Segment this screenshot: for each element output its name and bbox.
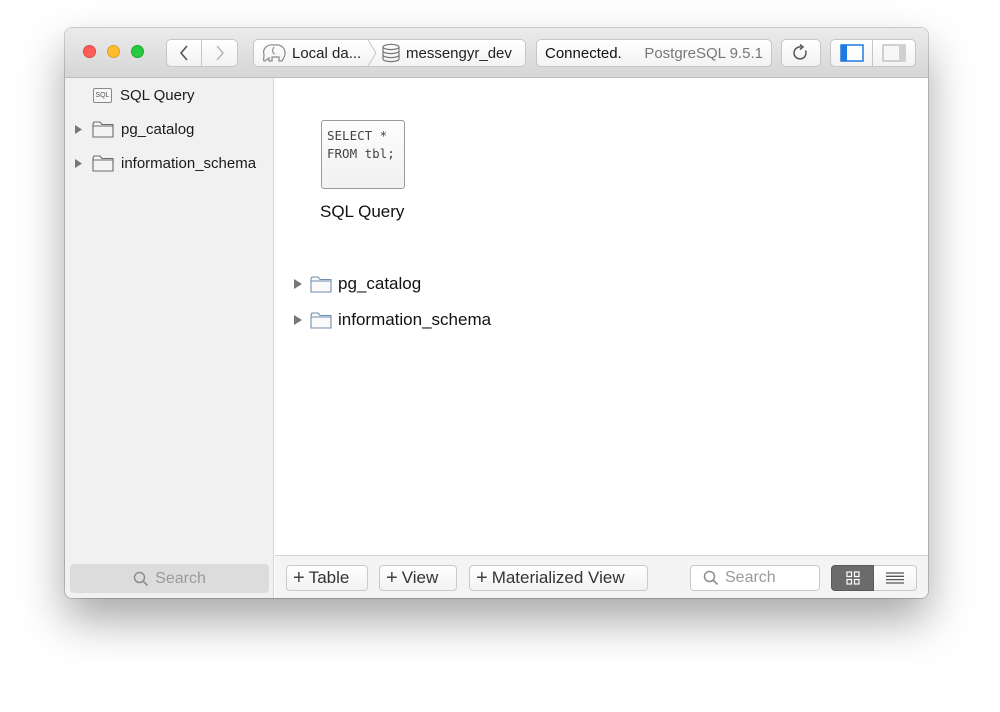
main-content: SELECT * FROM tbl; SQL Query pg_catalog …: [275, 78, 928, 555]
grid-view-button[interactable]: [831, 565, 874, 591]
grid-view-icon: [845, 571, 860, 585]
refresh-icon: [793, 44, 807, 60]
sidebar-item-label: pg_catalog: [121, 120, 195, 138]
folder-icon: [92, 154, 114, 172]
elephant-icon: [262, 44, 286, 62]
left-sidebar-icon: [839, 44, 864, 62]
view-mode-toggle: [831, 565, 917, 591]
sql-query-card-label[interactable]: SQL Query: [320, 202, 404, 222]
bottom-toolbar: + Table + View + Materialized View Searc…: [275, 555, 928, 598]
search-icon: [133, 571, 149, 586]
breadcrumb-item-server[interactable]: Local da...: [254, 40, 367, 66]
pane-toggle-group: [830, 39, 916, 67]
breadcrumb-item-database[interactable]: messengyr_dev: [377, 40, 512, 66]
zoom-window-button[interactable]: [131, 45, 144, 58]
add-table-button[interactable]: + Table: [286, 565, 368, 591]
app-window: Local da... messengyr_dev Connected. Pos…: [65, 28, 928, 598]
sql-file-icon: SQL: [93, 87, 112, 103]
chevron-right-icon: [215, 45, 224, 61]
content-search-field[interactable]: Search: [690, 565, 820, 591]
disclosure-triangle-icon[interactable]: [74, 124, 83, 135]
plus-icon: +: [476, 567, 488, 589]
content-search-placeholder: Search: [725, 569, 776, 586]
schema-item-information-schema[interactable]: information_schema: [293, 308, 491, 332]
back-button[interactable]: [166, 39, 202, 67]
sidebar: SQL SQL Query pg_catalog information_sch…: [65, 78, 274, 598]
list-view-button[interactable]: [874, 565, 917, 591]
schema-label: information_schema: [338, 310, 492, 329]
schema-item-pg-catalog[interactable]: pg_catalog: [293, 272, 421, 296]
chevron-left-icon: [179, 45, 188, 61]
add-materialized-view-button[interactable]: + Materialized View: [469, 565, 648, 591]
navigation-buttons: [166, 39, 238, 67]
disclosure-triangle-icon[interactable]: [293, 314, 303, 326]
database-icon: [382, 43, 400, 63]
plus-icon: +: [293, 567, 305, 589]
breadcrumb: Local da... messengyr_dev: [253, 39, 526, 67]
toolbar: Local da... messengyr_dev Connected. Pos…: [65, 28, 928, 78]
sidebar-search-field[interactable]: Search: [70, 564, 269, 593]
plus-icon: +: [386, 567, 398, 589]
disclosure-triangle-icon[interactable]: [293, 278, 303, 290]
sql-query-card[interactable]: SELECT * FROM tbl;: [321, 120, 405, 189]
sidebar-item-sql-query[interactable]: SQL SQL Query: [93, 83, 194, 107]
folder-icon: [92, 120, 114, 138]
add-view-button[interactable]: + View: [379, 565, 457, 591]
toggle-right-sidebar-button[interactable]: [873, 39, 916, 67]
disclosure-triangle-icon[interactable]: [74, 158, 83, 169]
connection-status: Connected. PostgreSQL 9.5.1: [536, 39, 772, 67]
toggle-left-sidebar-button[interactable]: [830, 39, 873, 67]
sidebar-item-label: SQL Query: [120, 86, 195, 104]
sidebar-search-placeholder: Search: [155, 569, 206, 587]
server-version-text: PostgreSQL 9.5.1: [644, 44, 763, 62]
add-materialized-view-label: Materialized View: [491, 568, 625, 587]
sidebar-item-pg-catalog[interactable]: pg_catalog: [74, 117, 194, 141]
right-sidebar-icon: [882, 44, 906, 62]
folder-icon: [310, 311, 332, 329]
add-view-label: View: [401, 568, 439, 587]
minimize-window-button[interactable]: [107, 45, 120, 58]
connection-status-text: Connected.: [545, 44, 622, 62]
sidebar-item-label: information_schema: [121, 154, 257, 172]
refresh-button[interactable]: [781, 39, 821, 67]
add-table-label: Table: [308, 568, 350, 587]
search-icon: [703, 570, 719, 586]
folder-icon: [310, 275, 332, 293]
forward-button[interactable]: [202, 39, 238, 67]
breadcrumb-database-label: messengyr_dev: [406, 44, 512, 62]
close-window-button[interactable]: [83, 45, 96, 58]
list-view-icon: [886, 572, 904, 584]
sidebar-item-information-schema[interactable]: information_schema: [74, 151, 256, 175]
schema-label: pg_catalog: [338, 274, 422, 293]
breadcrumb-separator-icon: [367, 40, 377, 66]
breadcrumb-server-label: Local da...: [292, 44, 362, 62]
